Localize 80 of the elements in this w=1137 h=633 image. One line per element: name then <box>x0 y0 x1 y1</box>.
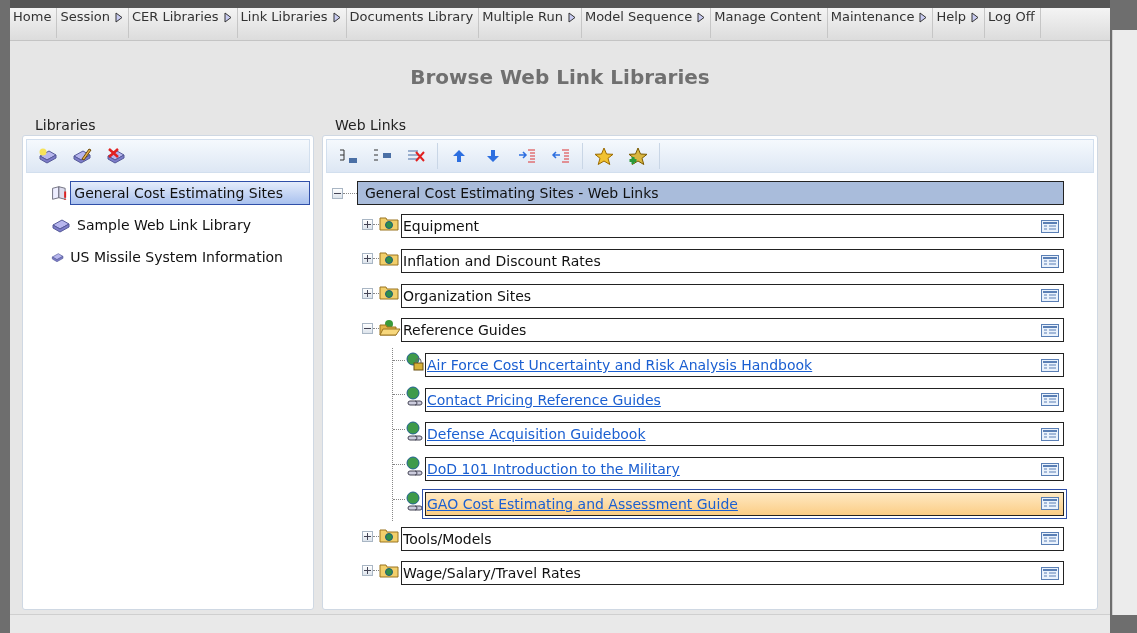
link-node[interactable]: Air Force Cost Uncertainty and Risk Analysis Handbook <box>425 353 1064 378</box>
folder-node[interactable]: Reference Guides <box>401 318 1064 343</box>
favorite-icon <box>593 147 615 165</box>
collapse-button[interactable] <box>362 322 373 334</box>
library-item[interactable]: US Missile System Information <box>66 245 310 269</box>
folder-label: Tools/Models <box>403 530 492 547</box>
menu-item[interactable]: Home <box>10 8 58 38</box>
menu-item[interactable]: Model Sequence <box>581 8 712 38</box>
web-link[interactable]: Contact Pricing Reference Guides <box>427 391 661 408</box>
library-item[interactable]: Sample Web Link Library <box>73 213 278 237</box>
plus-icon <box>364 289 371 297</box>
folder-label: Organization Sites <box>403 287 532 304</box>
folder-label: Equipment <box>403 218 479 235</box>
folder-label: Reference Guides <box>403 322 527 339</box>
menu-item[interactable]: Log Off <box>985 8 1041 38</box>
menu-item[interactable]: Help <box>933 8 986 38</box>
properties-icon[interactable] <box>1041 254 1059 268</box>
menu-item[interactable]: CER Libraries <box>129 8 238 38</box>
folder-node[interactable]: Equipment <box>401 214 1064 239</box>
properties-icon[interactable] <box>1041 566 1059 580</box>
folder-label: Inflation and Discount Rates <box>403 253 601 270</box>
plus-icon <box>364 220 371 228</box>
properties-icon[interactable] <box>1041 497 1059 511</box>
expand-button[interactable] <box>362 253 373 265</box>
folder-node[interactable]: Tools/Models <box>401 526 1064 551</box>
folder-node[interactable]: Inflation and Discount Rates <box>401 249 1064 274</box>
selected-link-node[interactable]: GAO Cost Estimating and Assessment Guide <box>425 491 1064 516</box>
library-item[interactable]: General Cost Estimating Sites <box>70 181 310 205</box>
expand-button[interactable] <box>362 565 373 577</box>
web-link[interactable]: Defense Acquisition Guidebook <box>427 426 646 443</box>
vertical-scrollbar[interactable] <box>1112 30 1137 615</box>
collapse-button[interactable] <box>332 187 343 199</box>
open-book-icon <box>51 183 69 203</box>
web-link[interactable]: GAO Cost Estimating and Assessment Guide <box>427 495 738 512</box>
link-node[interactable]: Defense Acquisition Guidebook <box>425 422 1064 447</box>
properties-icon[interactable] <box>1041 219 1059 233</box>
menu-item[interactable]: Documents Library <box>346 8 480 38</box>
properties-icon[interactable] <box>1041 427 1059 441</box>
open-folder-icon <box>379 319 401 338</box>
menu-item[interactable]: Multiple Run <box>479 8 582 38</box>
folder-icon <box>379 561 401 580</box>
menu-item[interactable]: Maintenance <box>827 8 934 38</box>
root-node[interactable]: General Cost Estimating Sites - Web Links <box>357 181 1064 205</box>
add-favorite-icon <box>627 147 649 165</box>
menu-item[interactable]: Manage Content <box>711 8 828 38</box>
properties-icon[interactable] <box>1041 323 1059 337</box>
add-child-icon <box>337 147 359 165</box>
folder-icon <box>379 284 401 303</box>
page-title: Browse Web Link Libraries <box>409 64 711 91</box>
plus-icon <box>364 255 371 263</box>
properties-icon[interactable] <box>1041 462 1059 476</box>
folder-icon <box>379 215 401 233</box>
folder-icon <box>379 527 401 546</box>
properties-icon[interactable] <box>1041 532 1059 546</box>
folder-node[interactable]: Wage/Salary/Travel Rates <box>401 561 1064 586</box>
properties-icon[interactable] <box>1041 289 1059 303</box>
plus-icon <box>364 532 371 540</box>
folder-node[interactable]: Organization Sites <box>401 283 1064 308</box>
book-pencil-icon <box>72 147 92 165</box>
properties-icon[interactable] <box>1041 358 1059 372</box>
plus-icon <box>364 567 371 575</box>
folder-label: Wage/Salary/Travel Rates <box>403 565 581 582</box>
link-node[interactable]: DoD 101 Introduction to the Military <box>425 457 1064 482</box>
expand-button[interactable] <box>362 530 373 542</box>
book-delete-icon <box>106 147 126 165</box>
properties-icon[interactable] <box>1041 393 1059 407</box>
menu-item[interactable]: Link Libraries <box>237 8 347 38</box>
folder-icon <box>379 249 401 268</box>
panel-title: Libraries <box>34 117 97 135</box>
web-link[interactable]: Air Force Cost Uncertainty and Risk Analysis Handbook <box>427 357 813 374</box>
indent-icon <box>516 147 538 165</box>
panel-title: Web Links <box>334 117 407 135</box>
link-node[interactable]: Contact Pricing Reference Guides <box>425 387 1064 412</box>
menu-item[interactable]: Session <box>57 8 129 38</box>
book-icon <box>38 147 58 165</box>
expand-button[interactable] <box>362 218 373 230</box>
web-link[interactable]: DoD 101 Introduction to the Military <box>427 461 680 478</box>
outdent-icon <box>550 147 572 165</box>
expand-button[interactable] <box>362 287 373 299</box>
root-label: General Cost Estimating Sites - Web Links <box>364 185 659 201</box>
